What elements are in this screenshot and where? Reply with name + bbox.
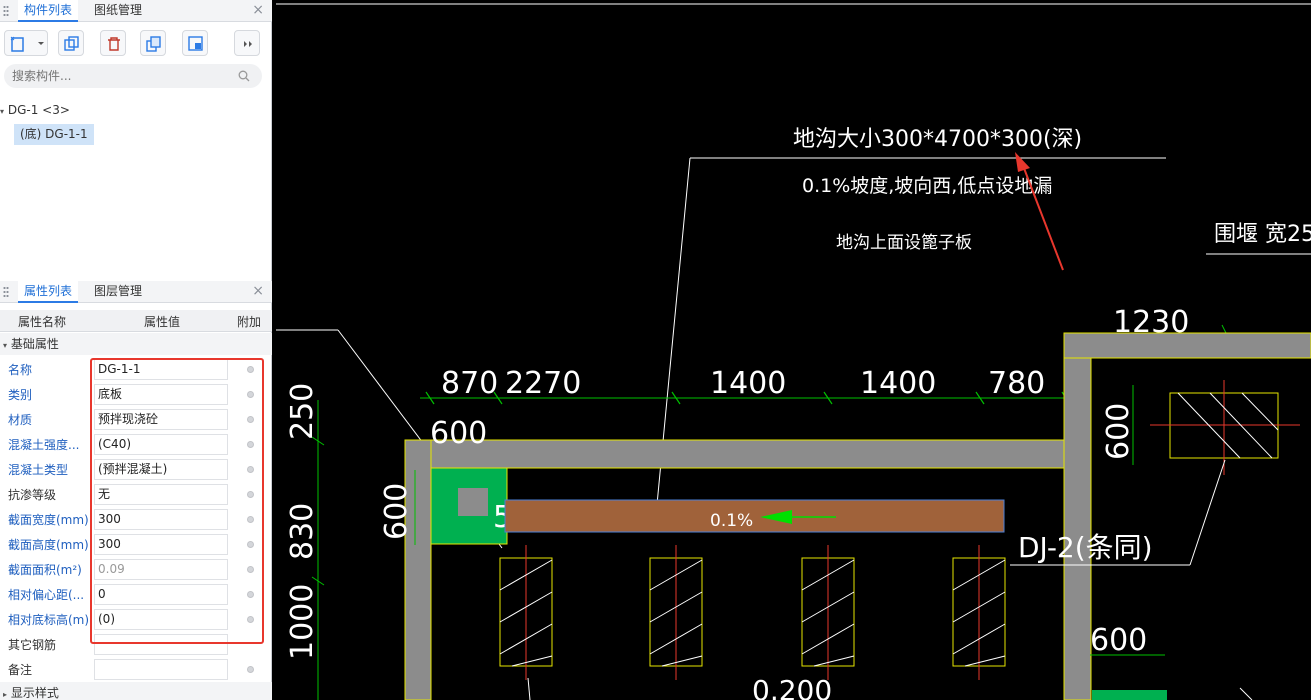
highlight-annotation-box: [90, 358, 264, 644]
property-name: 相对偏心距(...: [8, 588, 85, 602]
property-name: 名称: [8, 363, 33, 377]
dim-600-low: 600: [1090, 623, 1147, 658]
dim-600-b: 600: [379, 483, 414, 540]
col-extra-header: 附加: [237, 315, 262, 329]
close-icon[interactable]: ×: [252, 2, 264, 18]
property-name: 类别: [8, 388, 33, 402]
extra-toggle-icon[interactable]: [247, 666, 254, 673]
property-name: 截面面积(m²): [8, 563, 82, 577]
close-icon[interactable]: ×: [252, 283, 264, 299]
dim-250: 250: [285, 383, 320, 440]
dj-label: DJ-2(条同): [1018, 531, 1153, 564]
dim-600-right: 600: [1101, 403, 1136, 460]
new-file-icon: [10, 36, 24, 52]
drag-grip-icon[interactable]: [3, 286, 9, 298]
component-toolbar: [0, 22, 272, 62]
duplicate-icon: [146, 36, 161, 52]
trench-ditch[interactable]: [504, 499, 1005, 533]
drag-grip-icon[interactable]: [3, 5, 9, 17]
dim-2270: 2270: [505, 366, 581, 401]
column: [499, 545, 553, 680]
group-label: 基础属性: [10, 337, 59, 351]
tree-item-selected[interactable]: (底) DG-1-1: [14, 124, 94, 145]
layer-copy-icon: [188, 36, 203, 51]
note-cofferdam: 围堰 宽250mm: [1214, 222, 1311, 247]
sump-inner: [458, 488, 488, 516]
dim-600-a: 600: [430, 416, 487, 451]
dim-1000: 1000: [285, 584, 320, 660]
tab-drawing-management[interactable]: 图纸管理: [88, 0, 148, 22]
green-slab-edge: [1092, 690, 1167, 700]
leader-line: [527, 677, 531, 700]
left-panel: 构件列表 图纸管理 × ▾ DG-1 <3> (底) DG-1-1: [0, 0, 272, 700]
caret-right-icon: ▸: [3, 690, 8, 699]
elevation-label: 0.200: [752, 674, 832, 700]
search-icon[interactable]: [238, 70, 250, 82]
chevron-down-icon: [38, 42, 44, 45]
property-name: 材质: [8, 413, 33, 427]
property-name: 截面高度(mm): [8, 538, 89, 552]
leader-line: [1189, 459, 1226, 566]
property-name: 截面宽度(mm): [8, 513, 89, 527]
column: [952, 545, 1006, 680]
double-chevron-right-icon: [244, 41, 252, 47]
column: [801, 545, 855, 680]
group-basic-properties[interactable]: ▾ 基础属性: [0, 333, 272, 355]
column: [649, 545, 703, 680]
property-tabbar: 属性列表 图层管理 ×: [0, 281, 272, 303]
component-tabbar: 构件列表 图纸管理 ×: [0, 0, 272, 22]
property-header: 属性名称 属性值 附加: [0, 310, 272, 332]
property-name: 备注: [8, 663, 33, 677]
property-name: 混凝土强度...: [8, 438, 80, 452]
component-search: [4, 64, 262, 88]
tab-layer-management[interactable]: 图层管理: [88, 281, 148, 303]
trash-icon: [108, 37, 120, 51]
delete-button[interactable]: [100, 30, 126, 56]
copy-icon: [64, 36, 79, 51]
group-label: 显示样式: [10, 686, 59, 700]
dim-830: 830: [285, 503, 320, 560]
tab-component-list[interactable]: 构件列表: [18, 0, 79, 22]
tree-root-label: DG-1 <3>: [7, 103, 70, 117]
more-button[interactable]: [234, 30, 260, 56]
col-value-header: 属性值: [144, 315, 181, 329]
property-name: 抗渗等级: [8, 488, 57, 502]
new-component-button[interactable]: [4, 30, 48, 56]
leader-line: [1239, 687, 1253, 700]
cad-drawing: 地沟大小300*4700*300(深) 0.1%坡度,坡向西,低点设地漏 地沟上…: [276, 3, 1311, 700]
dim-1400-a: 1400: [710, 366, 786, 401]
property-value-field[interactable]: [94, 659, 228, 680]
property-row: 备注: [0, 657, 272, 682]
note-trench-size: 地沟大小300*4700*300(深): [793, 127, 1082, 152]
group-display-style[interactable]: ▸ 显示样式: [0, 682, 272, 700]
dim-870: 870: [441, 366, 498, 401]
dim-780: 780: [988, 366, 1045, 401]
trench-slope-label: 0.1%: [710, 511, 753, 531]
property-name: 相对底标高(m): [8, 613, 90, 627]
cad-canvas[interactable]: 地沟大小300*4700*300(深) 0.1%坡度,坡向西,低点设地漏 地沟上…: [273, 0, 1311, 700]
copy-button[interactable]: [58, 30, 84, 56]
red-arrowhead: [1015, 152, 1030, 172]
tree-root[interactable]: ▾ DG-1 <3>: [0, 103, 70, 117]
property-name: 混凝土类型: [8, 463, 69, 477]
note-slope: 0.1%坡度,坡向西,低点设地漏: [802, 175, 1052, 197]
caret-down-icon: ▾: [0, 107, 5, 116]
search-input[interactable]: [12, 67, 232, 85]
note-grate: 地沟上面设篦子板: [836, 233, 972, 253]
col-name-header: 属性名称: [18, 315, 67, 329]
property-name: 其它钢筋: [8, 638, 57, 652]
dim-1400-b: 1400: [860, 366, 936, 401]
tab-property-list[interactable]: 属性列表: [18, 281, 79, 303]
duplicate-button[interactable]: [140, 30, 166, 56]
caret-down-icon: ▾: [3, 341, 8, 350]
layer-copy-button[interactable]: [182, 30, 208, 56]
